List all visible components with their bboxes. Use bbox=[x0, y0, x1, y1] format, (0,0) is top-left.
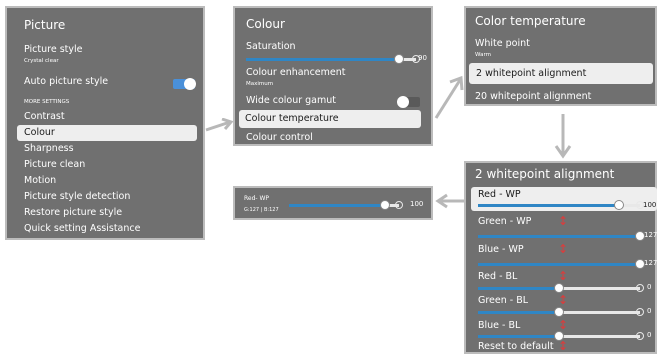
picture-title: Picture bbox=[24, 18, 66, 32]
slider-thumb[interactable] bbox=[394, 54, 404, 64]
popup-sub: G:127 | B:127 bbox=[244, 207, 279, 213]
flow-arrow-left-icon bbox=[435, 193, 464, 209]
slider-end-cap bbox=[395, 201, 403, 209]
slider-fill bbox=[478, 235, 640, 238]
updown-arrow-icon: ↕ bbox=[558, 293, 569, 307]
menu-item-picture-style[interactable]: Picture style bbox=[24, 44, 82, 55]
slider-fill bbox=[246, 58, 399, 61]
popup-label: Red- WP bbox=[244, 195, 270, 202]
menu-item-colour-control[interactable]: Colour control bbox=[246, 132, 313, 143]
slider-fill bbox=[478, 287, 559, 290]
colour-temperature-title: Color temperature bbox=[475, 14, 586, 28]
menu-item-sharpness[interactable]: Sharpness bbox=[24, 143, 74, 154]
updown-arrow-icon: ↕ bbox=[558, 242, 569, 256]
colour-title: Colour bbox=[246, 17, 285, 31]
menu-item-2-whitepoint-alignment[interactable]: 2 whitepoint alignment bbox=[469, 63, 653, 84]
menu-item-restore-picture-style[interactable]: Restore picture style bbox=[24, 207, 122, 218]
slider-end-cap bbox=[636, 284, 644, 292]
slider-thumb[interactable] bbox=[554, 283, 564, 293]
slider-thumb[interactable] bbox=[380, 200, 390, 210]
saturation-value: 90 bbox=[418, 54, 427, 62]
updown-arrow-icon: ↕ bbox=[558, 269, 569, 283]
slider-label-blue-wp: Blue - WP bbox=[478, 244, 524, 255]
reset-to-default-button[interactable]: Reset to default bbox=[478, 341, 554, 352]
two-whitepoint-title: 2 whitepoint alignment bbox=[475, 167, 615, 181]
white-point-value: Warm bbox=[475, 52, 491, 58]
slider-fill bbox=[289, 204, 385, 207]
slider-fill bbox=[478, 204, 619, 207]
popup-value: 100 bbox=[410, 200, 424, 208]
menu-item-colour[interactable]: Colour bbox=[17, 125, 197, 141]
colour-panel: Colour Saturation 90 Colour enhancement … bbox=[233, 6, 433, 146]
flow-arrow-up-right-icon bbox=[434, 75, 464, 119]
slider-label-blue-bl: Blue - BL bbox=[478, 320, 521, 331]
slider-fill bbox=[478, 311, 559, 314]
blue-wp-value: 127 bbox=[644, 259, 658, 267]
menu-item-wide-colour-gamut[interactable]: Wide colour gamut bbox=[246, 95, 336, 106]
menu-item-picture-style-detection[interactable]: Picture style detection bbox=[24, 191, 130, 202]
updown-arrow-icon: ↕ bbox=[558, 339, 569, 353]
slider-label-red-wp: Red - WP bbox=[478, 189, 521, 200]
slider-thumb[interactable] bbox=[614, 200, 624, 210]
updown-arrow-icon: ↕ bbox=[558, 214, 569, 228]
blue-bl-value: 0 bbox=[647, 331, 652, 339]
picture-style-value: Crystal clear bbox=[24, 58, 59, 64]
slider-thumb[interactable] bbox=[554, 307, 564, 317]
colour-temperature-panel: Color temperature White point Warm 2 whi… bbox=[464, 6, 657, 106]
menu-item-contrast[interactable]: Contrast bbox=[24, 111, 65, 122]
toggle-knob bbox=[184, 78, 196, 90]
menu-item-20-whitepoint-alignment[interactable]: 20 whitepoint alignment bbox=[475, 91, 591, 102]
menu-item-motion[interactable]: Motion bbox=[24, 175, 56, 186]
picture-panel: Picture Picture style Crystal clear Auto… bbox=[5, 6, 205, 240]
slider-track bbox=[559, 335, 640, 338]
red-bl-value: 0 bbox=[647, 283, 652, 291]
menu-item-quick-setting-assistance[interactable]: Quick setting Assistance bbox=[24, 223, 140, 234]
wide-colour-gamut-toggle[interactable] bbox=[397, 96, 420, 108]
colour-enhancement-value: Maximum bbox=[246, 81, 274, 87]
red-wp-value: 100 bbox=[643, 201, 657, 209]
slider-label-green-wp: Green - WP bbox=[478, 216, 532, 227]
slider-track bbox=[559, 311, 640, 314]
auto-picture-style-toggle[interactable] bbox=[173, 78, 196, 90]
menu-item-saturation[interactable]: Saturation bbox=[246, 41, 296, 52]
flow-arrow-down-icon bbox=[554, 114, 572, 159]
green-bl-value: 0 bbox=[647, 307, 652, 315]
slider-label-green-bl: Green - BL bbox=[478, 295, 529, 306]
slider-label-red-bl: Red - BL bbox=[478, 271, 518, 282]
more-settings-header: MORE SETTINGS bbox=[24, 99, 70, 105]
slider-track bbox=[559, 287, 640, 290]
two-whitepoint-panel: 2 whitepoint alignment Red - WP 100 Gree… bbox=[464, 161, 657, 354]
menu-item-picture-clean[interactable]: Picture clean bbox=[24, 159, 85, 170]
menu-item-colour-enhancement[interactable]: Colour enhancement bbox=[246, 67, 346, 78]
green-wp-value: 127 bbox=[644, 231, 658, 239]
toggle-knob bbox=[397, 96, 409, 108]
slider-fill bbox=[478, 335, 559, 338]
menu-item-colour-temperature[interactable]: Colour temperature bbox=[239, 110, 421, 128]
slider-fill bbox=[478, 263, 640, 266]
menu-item-auto-picture-style[interactable]: Auto picture style bbox=[24, 76, 108, 87]
red-wp-popup: Red- WP G:127 | B:127 100 bbox=[233, 186, 433, 220]
updown-arrow-icon: ↕ bbox=[558, 318, 569, 332]
flow-arrow-right-icon bbox=[205, 118, 234, 132]
menu-item-white-point[interactable]: White point bbox=[475, 38, 530, 49]
slider-end-cap bbox=[636, 308, 644, 316]
slider-end-cap bbox=[636, 332, 644, 340]
